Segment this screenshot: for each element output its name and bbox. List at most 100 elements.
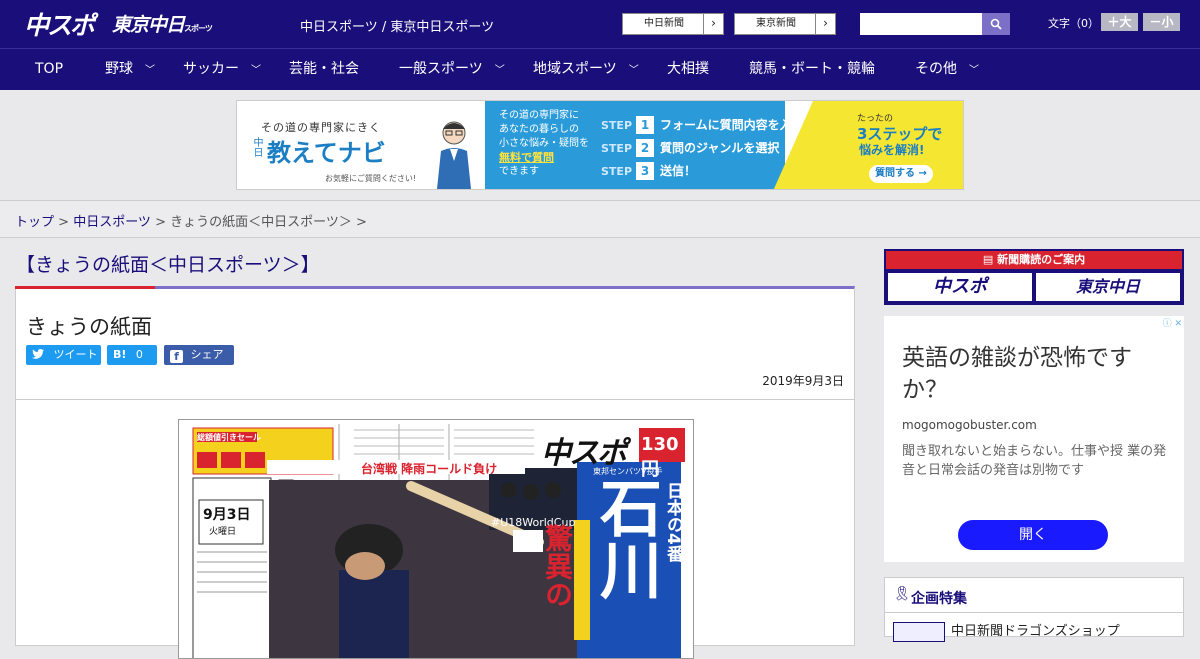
ad-mid-line: その道の専門家に	[499, 110, 579, 121]
feature-box: 🎗 企画特集 中日新聞ドラゴンズショップ	[884, 577, 1184, 642]
tokyo-shimbun-label: 東京新聞	[756, 18, 796, 29]
tweet-label: ツイート	[53, 348, 98, 361]
step-number: 1	[636, 116, 655, 134]
nav-item-racing[interactable]: 競馬・ボート・競輪	[749, 49, 875, 90]
paper-weekday: 火曜日	[209, 527, 237, 537]
ad-right-sub: 悩みを解消!	[859, 143, 925, 157]
paper-subhead: 日本の4番	[663, 482, 683, 562]
subscribe-tokyo-chunichi-button[interactable]: 東京中日	[1036, 273, 1180, 301]
ad-steps-panel: STEP 1 フォームに質問内容を入力 STEP 2 質問のジャンルを選択 STEP 3 送…	[595, 101, 804, 189]
ad-question: 英語の雑談が恐怖ですか？	[902, 345, 1132, 403]
ad-step-2: STEP 2 質問のジャンルを選択	[601, 138, 779, 158]
twitter-bird-icon	[32, 349, 44, 359]
facebook-share-label: シェア	[190, 348, 224, 361]
nav-label: 野球	[105, 61, 133, 77]
tokyo-logo-sub: スポーツ	[184, 24, 213, 33]
nav-item-local-sports[interactable]: 地域スポーツ ﹀	[533, 49, 639, 90]
step-text: 質問のジャンルを選択	[660, 141, 780, 155]
nav-item-sumo[interactable]: 大相撲	[667, 49, 709, 90]
paper-sale-label: 総額値引きセール	[197, 433, 261, 442]
article-title: きょうの紙面	[26, 315, 152, 339]
ad-note: お気軽にご質問ください!	[325, 174, 417, 183]
ad-url: mogomogobuster.com	[902, 418, 1037, 432]
breadcrumb-bar: トップ > 中日スポーツ > きょうの紙面＜中日スポーツ＞ >	[0, 200, 1200, 238]
ad-brand-panel: その道の専門家にきく 中日 教えてナビ お気軽にご質問ください!	[237, 101, 485, 189]
ad-step-1: STEP 1 フォームに質問内容を入力	[601, 115, 804, 135]
subscription-header-label: 新聞購読のご案内	[997, 253, 1086, 266]
ad-mid-line: できます	[499, 166, 539, 177]
nav-item-top[interactable]: TOP	[35, 49, 63, 90]
chevron-down-icon: ﹀	[251, 65, 261, 76]
step-number: 3	[636, 162, 655, 180]
ribbon-icon: 🎗	[893, 586, 911, 602]
breadcrumb: トップ > 中日スポーツ > きょうの紙面＜中日スポーツ＞ >	[15, 211, 367, 230]
feature-header: 企画特集	[911, 591, 967, 607]
facebook-share-button[interactable]: f シェア 0	[164, 345, 234, 381]
paper-headline: 石川	[589, 476, 662, 600]
chevron-down-icon: ﹀	[494, 65, 505, 76]
nav-item-general-sports[interactable]: 一般スポーツ ﹀	[399, 49, 505, 90]
main-nav: TOP 野球 ﹀ サッカー ﹀ 芸能・社会 一般スポーツ ﹀ 地域スポーツ ﹀ 大相撲 …	[0, 48, 1200, 90]
tokyo-logo-text: 東京中日	[112, 14, 185, 36]
search-input[interactable]	[860, 13, 982, 35]
tokyo-shimbun-link[interactable]: 東京新聞 ›	[734, 13, 836, 35]
step-text: フォームに質問内容を入力	[660, 118, 804, 132]
site-title[interactable]: 中日スポーツ / 東京中日スポーツ	[300, 16, 494, 35]
facebook-icon: f	[170, 350, 183, 363]
tokyo-chunichi-logo[interactable]: 東京中日スポーツ	[112, 10, 213, 44]
font-larger-button[interactable]: ＋大	[1101, 13, 1138, 31]
newspaper-front-page-image[interactable]: 中スポ 130円 総額値引きセール 9月3日 火曜日 台湾戦 降雨コールド負け …	[178, 419, 694, 659]
ad-mid-highlight: 無料で質問	[499, 151, 554, 164]
ad-mid-line: あなたの暮らしの	[499, 124, 579, 135]
accent-bar	[15, 286, 155, 289]
nav-label: 地域スポーツ	[533, 61, 617, 77]
nav-label: 大相撲	[667, 61, 709, 77]
ad-step-3: STEP 3 送信！	[601, 161, 696, 181]
step-number: 2	[636, 139, 655, 157]
top-header: 中スポ 東京中日スポーツ 中日スポーツ / 東京中日スポーツ 中日新聞 › 東京…	[0, 0, 1200, 48]
hatena-bookmark-button[interactable]: B! 0	[107, 345, 157, 365]
sidebar-text-ad[interactable]: ⓘ ✕ 英語の雑談が恐怖ですか？ mogomogobuster.com 聞き取れ…	[884, 316, 1184, 562]
hatena-count: 0	[135, 348, 143, 361]
paper-subhead-2: 驚異の	[541, 524, 574, 608]
feature-thumbnail[interactable]	[893, 622, 945, 642]
paper-game-label: 台湾戦 降雨コールド負け	[361, 462, 498, 476]
subscription-header: ▤ 新聞購読のご案内	[886, 251, 1182, 269]
chunichi-shimbun-link[interactable]: 中日新聞 ›	[622, 13, 724, 35]
subscription-box: ▤ 新聞購読のご案内 中スポ 東京中日	[884, 249, 1184, 305]
search-icon	[990, 18, 1002, 30]
subscribe-chuspo-button[interactable]: 中スポ	[888, 273, 1032, 301]
nav-item-baseball[interactable]: 野球 ﹀	[105, 49, 155, 90]
chevron-down-icon: ﹀	[628, 65, 639, 76]
breadcrumb-home-link[interactable]: トップ	[15, 215, 54, 230]
ad-brand-name: 教えてナビ	[267, 139, 386, 167]
font-size-label: 文字（0）	[1048, 17, 1099, 30]
chuspo-logo[interactable]: 中スポ	[24, 6, 95, 40]
breadcrumb-separator: >	[150, 215, 171, 230]
divider	[885, 612, 1183, 613]
ad-open-button[interactable]: 開く	[958, 520, 1108, 550]
newspaper-icon: ▤	[982, 253, 998, 266]
ad-choices-icon[interactable]: ⓘ ✕	[1163, 316, 1182, 329]
divider	[16, 399, 854, 400]
chevron-right-icon: ›	[815, 14, 835, 34]
font-smaller-button[interactable]: －小	[1143, 13, 1180, 31]
tweet-button[interactable]: ツイート	[26, 345, 101, 365]
breadcrumb-separator: >	[54, 215, 74, 230]
nav-label: 競馬・ボート・競輪	[749, 61, 875, 77]
nav-item-entertainment[interactable]: 芸能・社会	[289, 49, 359, 90]
facebook-count: 0	[174, 368, 181, 381]
ad-brand-small: 中日	[251, 137, 262, 157]
section-heading: 【きょうの紙面＜中日スポーツ＞】	[16, 254, 320, 276]
paper-date-box: 9月3日	[203, 507, 251, 523]
nav-item-other[interactable]: その他 ﹀	[915, 49, 979, 90]
nav-item-soccer[interactable]: サッカー ﹀	[183, 49, 261, 90]
breadcrumb-current: きょうの紙面＜中日スポーツ＞ >	[170, 215, 367, 230]
breadcrumb-section-link[interactable]: 中日スポーツ	[73, 215, 151, 230]
nav-label: その他	[915, 61, 957, 77]
search-button[interactable]	[982, 13, 1010, 35]
step-text: 送信！	[660, 164, 697, 178]
ad-description-panel: その道の専門家に あなたの暮らしの 小さな悩み・疑問を 無料で質問 できます	[485, 101, 595, 189]
ad-ask-button[interactable]: 質問する →	[869, 165, 933, 183]
oshiete-navi-ad-banner[interactable]: その道の専門家にきく 中日 教えてナビ お気軽にご質問ください! その道の専門家…	[236, 100, 964, 190]
